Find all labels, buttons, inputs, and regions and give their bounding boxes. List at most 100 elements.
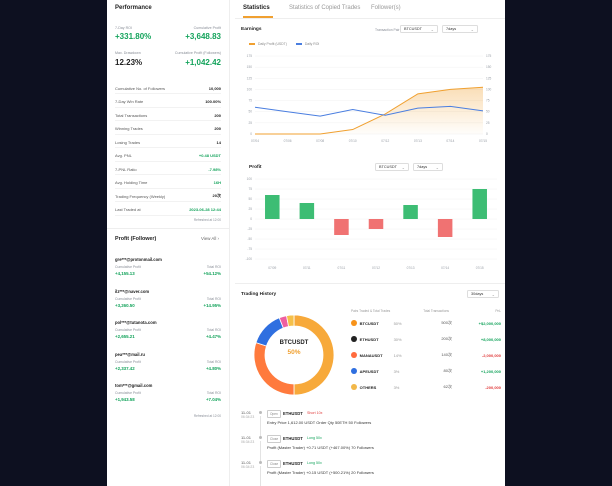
follower-profit-value: +3,260.50 (115, 302, 135, 308)
stat-value: 100.00% (205, 99, 221, 104)
pair-pct: 3% (393, 368, 400, 374)
stat-label: Cumulative No. of Followers (115, 85, 166, 91)
view-all-link[interactable]: View All › (201, 236, 219, 241)
stat-row: 7-Day Win Rate 100.00% (115, 97, 221, 108)
stat-label: Trading Frequency (Weekly) (115, 193, 166, 199)
pair-transactions: 200次 (441, 336, 452, 341)
pnl-bar (437, 219, 453, 237)
pnl-bar (265, 195, 280, 219)
legend-roi-label: Daily ROI (304, 42, 320, 46)
right-panel: Statistics Statistics of Copied Trades F… (235, 0, 505, 486)
stat-row: Avg. Holding Time 16H (115, 178, 221, 189)
timeline-line (260, 466, 261, 486)
follower-roi-label: Total ROI (206, 328, 221, 332)
follower-item: ilz***@naver.com Cumulative Profit Total R… (115, 289, 221, 319)
y-tick-left: 50 (248, 110, 252, 114)
follower-roi-label: Total ROI (206, 265, 221, 269)
history-period-select[interactable]: 30days ⌄ (467, 290, 499, 298)
transaction-pair-label: Transaction Pair (375, 28, 400, 32)
trade-item: 11-01 06:34:23 Close ETHUSDT Long 50x Profit … (235, 460, 505, 486)
x-tick: 07/06 (284, 139, 292, 143)
earnings-pair-value: BTCUSDT (404, 27, 422, 31)
follower-item: pea***@mail.ru Cumulative Profit Total ROI… (115, 352, 221, 382)
follower-email: tom***@gmail.com (115, 383, 153, 388)
chevron-right-icon: › (217, 236, 219, 241)
view-all-label: View All (201, 236, 217, 241)
pair-pct: 50% (393, 320, 402, 326)
earnings-title: Earnings (241, 27, 262, 32)
x-tick: 07/13 (414, 139, 422, 143)
pair-row: APEUSDT 3% 80次 +1,200,000 (351, 365, 501, 377)
y-tick: 25 (248, 207, 252, 211)
divider (107, 228, 229, 229)
follower-item: pol***@tutanota.com Cumulative Profit Tota… (115, 320, 221, 350)
follower-profit-value: +4,155.13 (115, 271, 135, 276)
stat-value: 200 (214, 126, 221, 131)
follower-roi-label: Total ROI (206, 296, 221, 301)
x-tick: 07/11 (303, 266, 311, 270)
max-drawdown-value: 12.23% (115, 58, 143, 67)
follower-roi-value: +4.80% (205, 365, 221, 371)
x-tick: 07/08 (316, 139, 324, 143)
pnl-pair-select[interactable]: BTCUSDT ⌄ (375, 163, 409, 171)
x-tick: 07/12 (381, 139, 389, 143)
tab-followers[interactable]: Follower(s) (371, 5, 401, 11)
x-tick: 07/11 (338, 266, 346, 270)
y-tick: 50 (248, 197, 252, 201)
earnings-period-select[interactable]: 7days ⌄ (442, 25, 478, 33)
pnl-period-select[interactable]: 7days ⌄ (413, 163, 443, 171)
tab-statistics[interactable]: Statistics (243, 5, 270, 11)
follower-roi-value: +7.04% (205, 397, 221, 402)
pnl-bar (334, 219, 349, 235)
cum-profit-value: +3,648.83 (185, 32, 221, 41)
follower-email: gre***@protonmail.com (115, 257, 162, 262)
stat-value: 16H (213, 180, 221, 185)
app-page: Performance 7-Day ROI Cumulative Profit … (107, 0, 505, 486)
donut-center-pair: BTCUSDT (279, 340, 309, 346)
pair-transactions: 80次 (443, 368, 452, 373)
timeline-line (260, 441, 261, 461)
trade-item: 11-01 06:34:23 Close ETHUSDT Long 50x Profit … (235, 435, 505, 461)
stat-label: Last Traded at (115, 207, 141, 212)
chevron-down-icon: ⌄ (401, 164, 405, 170)
pair-name: BTCUSDT (359, 320, 379, 326)
y-tick-left: 75 (248, 99, 252, 103)
coin-icon (351, 320, 357, 326)
stat-row: Cumulative No. of Followers 10,000 (115, 83, 221, 94)
follower-roi-value: +14.95% (203, 302, 221, 308)
trade-side: Long 50x (307, 435, 322, 440)
timeline-line (260, 416, 261, 436)
pair-transactions: 500次 (441, 320, 452, 325)
pair-pnl: +8,000,000 (480, 336, 501, 342)
cum-profit-followers-value: +1,042.42 (185, 58, 221, 67)
legend-swatch-profit (249, 43, 255, 45)
pnl-bar (472, 189, 487, 219)
earnings-pair-select[interactable]: BTCUSDT ⌄ (400, 25, 438, 33)
y-tick-right: 0 (486, 132, 488, 136)
y-tick-left: 0 (250, 132, 252, 136)
stat-value: 2023-06-28 12:44 (189, 207, 221, 212)
pair-transactions: 140次 (441, 352, 452, 357)
pair-row: OTHERS 3% 62次 -200,000 (351, 381, 501, 393)
pair-name: ETHUSDT (359, 336, 379, 342)
stat-value: 200 (214, 112, 221, 118)
y-tick: -75 (247, 247, 252, 251)
chevron-down-icon: ⌄ (430, 26, 434, 32)
coin-icon (351, 368, 357, 374)
pair-pnl: -2,000,000 (481, 352, 501, 358)
pnl-bar-chart: 100 75 50 25 0 -25 -50 -75 -100 07/09 07/11 07/11 07… (246, 177, 497, 270)
pnl-pair-value: BTCUSDT (379, 165, 397, 169)
timeline-dot (259, 411, 262, 414)
timeline-dot (259, 461, 262, 464)
cum-profit-label: Cumulative Profit (193, 26, 221, 30)
y-tick-right: 75 (486, 99, 490, 103)
y-tick: -100 (246, 257, 253, 261)
stat-row: Total Transactions 200 (115, 110, 221, 121)
follower-roi-value: +54.12% (203, 271, 221, 276)
follower-item: tom***@gmail.com Cumulative Profit Total R… (115, 383, 221, 413)
x-tick: 07/15 (479, 139, 487, 143)
pair-row: MANAUSDT 14% 140次 -2,000,000 (351, 349, 501, 361)
col-pnl-header: PnL (495, 309, 501, 313)
performance-title: Performance (115, 5, 152, 11)
tab-copied-trades[interactable]: Statistics of Copied Trades (289, 5, 360, 11)
